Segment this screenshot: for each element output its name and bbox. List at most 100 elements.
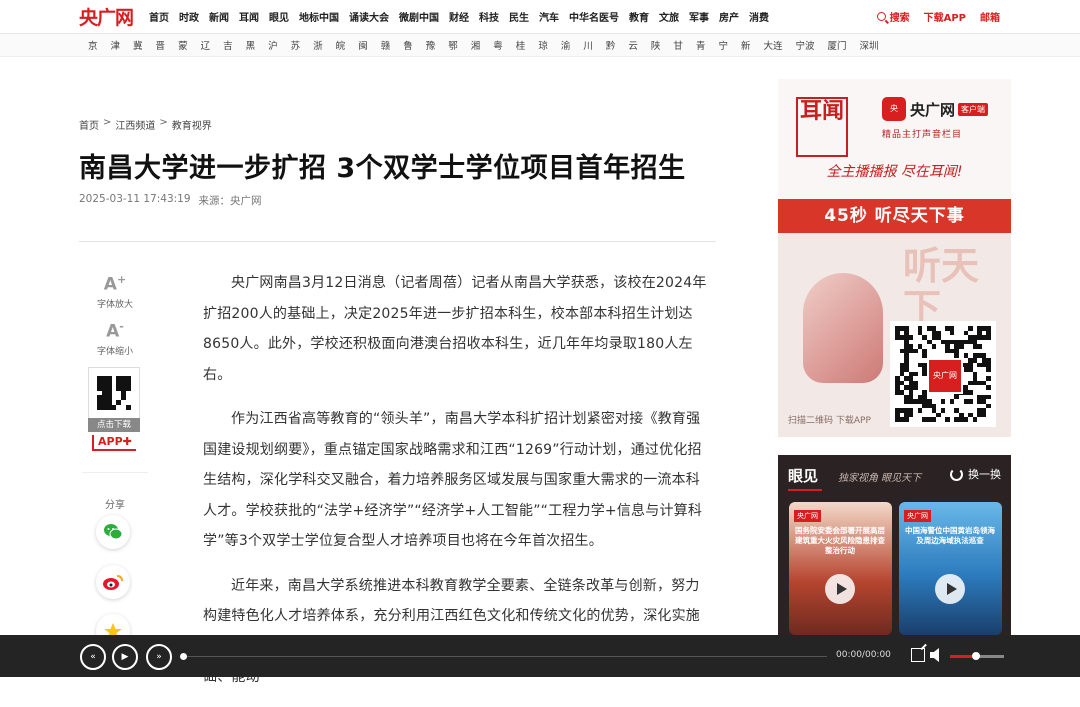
progress-track[interactable] — [187, 656, 827, 657]
mail-link[interactable]: 邮箱 — [980, 9, 1000, 24]
province-link[interactable]: 鄂 — [448, 38, 458, 52]
font-enlarge-button[interactable]: A+ 字体放大 — [90, 270, 140, 310]
province-link[interactable]: 厦门 — [828, 38, 847, 52]
nav-item[interactable]: 眼见 — [269, 9, 289, 24]
font-enlarge-icon: A+ — [103, 273, 127, 295]
video-card[interactable]: 央广网 国务院安委会部署开展高层建筑重大火灾风险隐患排查整治行动 — [789, 502, 892, 635]
nav-item[interactable]: 新闻 — [209, 9, 229, 24]
province-link[interactable]: 湘 — [471, 38, 481, 52]
breadcrumb-home[interactable]: 首页 — [79, 117, 99, 132]
client-tag: 客户端 — [958, 102, 989, 116]
share-out-icon[interactable] — [911, 648, 925, 662]
nav-item[interactable]: 军事 — [689, 9, 709, 24]
province-link[interactable]: 云 — [628, 38, 638, 52]
province-link[interactable]: 津 — [111, 38, 121, 52]
nav-item[interactable]: 汽车 — [539, 9, 559, 24]
province-link[interactable]: 甘 — [673, 38, 683, 52]
font-shrink-button[interactable]: A- 字体缩小 — [90, 317, 140, 357]
video-card[interactable]: 央广网 中国海警位中国黄岩岛领海及周边海域执法巡查 — [899, 502, 1002, 635]
province-link[interactable]: 沪 — [268, 38, 278, 52]
site-logo[interactable]: 央广网 — [79, 4, 134, 29]
weibo-icon — [103, 575, 123, 590]
province-link[interactable]: 辽 — [201, 38, 211, 52]
search-label: 搜索 — [889, 13, 910, 24]
province-link[interactable]: 闽 — [358, 38, 368, 52]
nav-item[interactable]: 文旅 — [659, 9, 679, 24]
breadcrumb-channel[interactable]: 江西频道 — [115, 117, 155, 132]
province-link[interactable]: 渝 — [561, 38, 571, 52]
nav-item[interactable]: 诵读大会 — [349, 9, 389, 24]
nav-item[interactable]: 首页 — [149, 9, 169, 24]
yanjian-module: 眼见 独家视角 眼见天下 换一换 央广网 国务院安委会部署开展高层建筑重大火灾风… — [778, 455, 1011, 635]
nav-item[interactable]: 科技 — [479, 9, 499, 24]
province-link[interactable]: 鲁 — [403, 38, 413, 52]
search-link[interactable]: 搜索 — [876, 9, 910, 24]
province-link[interactable]: 赣 — [381, 38, 391, 52]
province-link[interactable]: 青 — [696, 38, 706, 52]
rewind-button[interactable]: « — [80, 644, 106, 670]
card-tag: 央广网 — [794, 510, 821, 522]
nav-item[interactable]: 民生 — [509, 9, 529, 24]
province-link[interactable]: 深圳 — [860, 38, 879, 52]
province-link[interactable]: 皖 — [336, 38, 346, 52]
wechat-share-button[interactable] — [96, 515, 130, 549]
download-qr-code[interactable]: 央广网 — [890, 321, 996, 427]
province-link[interactable]: 琼 — [538, 38, 548, 52]
audio-player: « ▶ » 00:00/00:00 — [0, 635, 1080, 677]
province-link[interactable]: 京 — [88, 38, 98, 52]
province-link[interactable]: 宁波 — [795, 38, 814, 52]
province-link[interactable]: 桂 — [516, 38, 526, 52]
app-download-button[interactable]: APP✚ — [92, 435, 136, 451]
province-link[interactable]: 晋 — [156, 38, 166, 52]
volume-icon[interactable] — [930, 648, 939, 662]
cnr-brand-name: 央广网 — [910, 100, 956, 119]
ad-header: 耳闻 央 央广网 客户端 精品主打声音栏目 全主播播报 尽在耳闻! — [778, 79, 1011, 199]
province-link[interactable]: 黑 — [246, 38, 256, 52]
play-icon[interactable] — [825, 574, 855, 604]
top-right-links: 搜索 下载APP 邮箱 — [876, 0, 1000, 33]
play-button[interactable]: ▶ — [112, 644, 138, 670]
weibo-share-button[interactable] — [96, 565, 130, 599]
qr-code-icon — [97, 376, 131, 410]
ad-slogan: 全主播播报 尽在耳闻! — [826, 164, 963, 180]
volume-track[interactable] — [976, 655, 1004, 658]
forward-button[interactable]: » — [146, 644, 172, 670]
province-link[interactable]: 粤 — [493, 38, 503, 52]
province-link[interactable]: 蒙 — [178, 38, 188, 52]
nav-item[interactable]: 中华名医号 — [569, 9, 619, 24]
province-link[interactable]: 黔 — [606, 38, 616, 52]
breadcrumb-separator: > — [103, 117, 112, 128]
province-link[interactable]: 陕 — [651, 38, 661, 52]
nav-item[interactable]: 微剧中国 — [399, 9, 439, 24]
province-link[interactable]: 新 — [741, 38, 751, 52]
nav-item[interactable]: 耳闻 — [239, 9, 259, 24]
province-link[interactable]: 大连 — [763, 38, 782, 52]
nav-item[interactable]: 财经 — [449, 9, 469, 24]
province-link[interactable]: 宁 — [718, 38, 728, 52]
top-nav: 央广网 首页 时政 新闻 耳闻 眼见 地标中国 诵读大会 微剧中国 财经 科技 民生 汽车 中华名医号教… — [0, 0, 1080, 34]
nav-item[interactable]: 地标中国 — [299, 9, 339, 24]
app-qr-code[interactable] — [88, 367, 140, 419]
download-app-link[interactable]: 下载APP — [924, 9, 966, 24]
play-icon[interactable] — [935, 574, 965, 604]
progress-handle[interactable] — [180, 653, 187, 660]
province-link[interactable]: 川 — [583, 38, 593, 52]
refresh-icon — [950, 467, 963, 481]
refresh-button[interactable]: 换一换 — [950, 466, 1001, 482]
province-link[interactable]: 冀 — [133, 38, 143, 52]
nav-item[interactable]: 时政 — [179, 9, 199, 24]
breadcrumb-section[interactable]: 教育视界 — [172, 117, 212, 132]
brand-subtitle: 精品主打声音栏目 — [882, 130, 963, 140]
nav-item[interactable]: 房产 — [719, 9, 739, 24]
nav-item[interactable]: 教育 — [629, 9, 649, 24]
province-link[interactable]: 苏 — [291, 38, 301, 52]
card-headline: 国务院安委会部署开展高层建筑重大火灾风险隐患排查整治行动 — [795, 526, 885, 555]
province-link[interactable]: 吉 — [223, 38, 233, 52]
erwen-app-ad[interactable]: 耳闻 央 央广网 客户端 精品主打声音栏目 全主播播报 尽在耳闻! 45秒 听尽… — [778, 79, 1011, 437]
province-link[interactable]: 豫 — [426, 38, 436, 52]
nav-item[interactable]: 消费 — [749, 9, 769, 24]
ad-lower: 听天下 央广网 扫描二维码 下载APP — [778, 233, 1011, 437]
volume-handle[interactable] — [972, 652, 980, 660]
province-link[interactable]: 浙 — [313, 38, 323, 52]
rewind-icon: « — [90, 652, 96, 662]
